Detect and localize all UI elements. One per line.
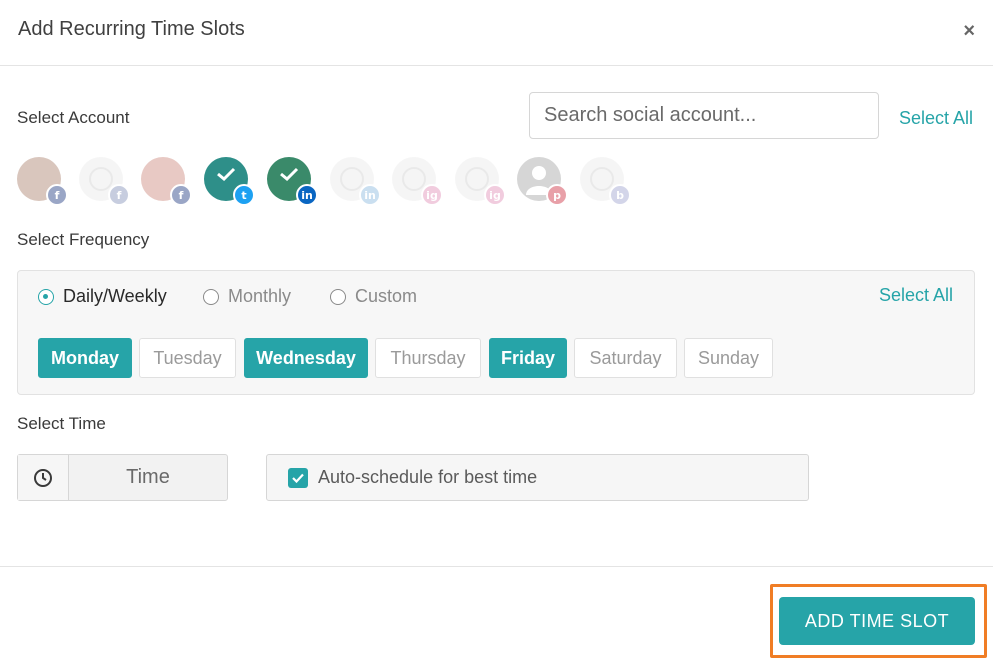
select-frequency-label: Select Frequency bbox=[17, 230, 150, 249]
linkedin-icon: in bbox=[296, 184, 318, 206]
radio-selected-icon bbox=[38, 288, 54, 305]
linkedin-icon: in bbox=[359, 184, 381, 206]
radio-label: Daily/Weekly bbox=[63, 286, 167, 306]
radio-empty-icon bbox=[203, 288, 219, 305]
search-account-input[interactable] bbox=[529, 92, 879, 139]
radio-label: Monthly bbox=[228, 286, 292, 306]
facebook-icon: f bbox=[170, 184, 192, 206]
time-placeholder: Time bbox=[126, 466, 170, 488]
dialog-header: Add Recurring Time Slots × bbox=[0, 0, 993, 66]
day-thursday[interactable]: Thursday bbox=[375, 338, 481, 378]
day-saturday[interactable]: Saturday bbox=[574, 338, 677, 378]
pinterest-icon: p bbox=[546, 184, 568, 206]
select-time-label: Select Time bbox=[17, 414, 106, 433]
close-icon[interactable]: × bbox=[963, 20, 975, 43]
day-monday[interactable]: Monday bbox=[38, 338, 132, 378]
clock-icon bbox=[18, 455, 69, 500]
auto-schedule-option[interactable]: Auto-schedule for best time bbox=[266, 454, 809, 501]
account-avatar[interactable]: ig bbox=[392, 157, 443, 206]
account-avatar[interactable]: f bbox=[79, 157, 130, 206]
day-wednesday[interactable]: Wednesday bbox=[244, 338, 368, 378]
select-all-accounts-link[interactable]: Select All bbox=[899, 108, 973, 129]
account-avatar[interactable]: in bbox=[267, 157, 318, 206]
check-icon bbox=[280, 167, 299, 181]
radio-daily-weekly[interactable]: Daily/Weekly bbox=[38, 286, 167, 307]
account-avatar[interactable]: in bbox=[330, 157, 381, 206]
account-avatar[interactable]: f bbox=[141, 157, 192, 206]
account-avatar[interactable]: ig bbox=[455, 157, 506, 206]
facebook-icon: f bbox=[46, 184, 68, 206]
checkbox-checked-icon[interactable] bbox=[288, 467, 308, 488]
instagram-icon: ig bbox=[484, 184, 506, 206]
select-all-days-link[interactable]: Select All bbox=[879, 285, 953, 306]
account-avatar[interactable]: f bbox=[17, 157, 68, 206]
radio-monthly[interactable]: Monthly bbox=[203, 286, 291, 307]
day-tuesday[interactable]: Tuesday bbox=[139, 338, 236, 378]
account-avatar[interactable]: p bbox=[517, 157, 568, 206]
radio-empty-icon bbox=[330, 288, 346, 305]
account-avatar[interactable]: t bbox=[204, 157, 255, 206]
twitter-icon: t bbox=[233, 184, 255, 206]
instagram-icon: ig bbox=[421, 184, 443, 206]
account-avatar[interactable]: b bbox=[580, 157, 631, 206]
footer-divider bbox=[0, 566, 993, 567]
frequency-panel: Daily/Weekly Monthly Custom Select All M… bbox=[17, 270, 975, 395]
radio-label: Custom bbox=[355, 286, 418, 306]
check-icon bbox=[217, 167, 236, 181]
radio-custom[interactable]: Custom bbox=[330, 286, 417, 307]
dialog-title: Add Recurring Time Slots bbox=[18, 18, 245, 40]
auto-schedule-label: Auto-schedule for best time bbox=[318, 467, 538, 487]
facebook-icon: f bbox=[108, 184, 130, 206]
day-sunday[interactable]: Sunday bbox=[684, 338, 773, 378]
time-picker[interactable]: Time bbox=[17, 454, 228, 501]
add-time-slot-button[interactable]: ADD TIME SLOT bbox=[779, 597, 975, 645]
day-friday[interactable]: Friday bbox=[489, 338, 567, 378]
select-account-label: Select Account bbox=[17, 108, 130, 127]
business-icon: b bbox=[609, 184, 631, 206]
